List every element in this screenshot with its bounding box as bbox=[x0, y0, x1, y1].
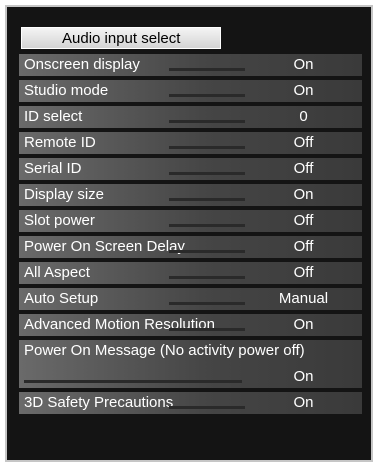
menu-item-auto-setup[interactable]: Auto Setup Manual bbox=[19, 288, 362, 310]
menu-item-value: Manual bbox=[278, 290, 329, 307]
menu-item-onscreen-display[interactable]: Onscreen display On bbox=[19, 54, 362, 76]
row-divider bbox=[169, 406, 245, 409]
menu-item-label: Auto Setup bbox=[24, 290, 99, 307]
menu-item-value: Off bbox=[293, 134, 314, 151]
menu-item-label: All Aspect bbox=[24, 264, 90, 281]
row-divider bbox=[169, 328, 245, 331]
row-divider bbox=[169, 94, 245, 97]
menu-item-value: On bbox=[293, 394, 314, 411]
menu-item-display-size[interactable]: Display size On bbox=[19, 184, 362, 206]
menu-item-value: On bbox=[293, 368, 314, 385]
menu-item-value: Off bbox=[293, 160, 314, 177]
menu-item-remote-id[interactable]: Remote ID Off bbox=[19, 132, 362, 154]
menu-item-value: Off bbox=[293, 264, 314, 281]
menu-item-label: Onscreen display bbox=[24, 56, 140, 73]
row-divider bbox=[169, 68, 245, 71]
menu-item-value: On bbox=[293, 56, 314, 73]
audio-input-select-tab[interactable]: Audio input select bbox=[21, 27, 221, 49]
menu-item-label: Slot power bbox=[24, 212, 95, 229]
menu-item-label: 3D Safety Precautions bbox=[24, 394, 174, 411]
menu-item-label: Display size bbox=[24, 186, 105, 203]
menu-item-power-on-message[interactable]: Power On Message (No activity power off)… bbox=[19, 340, 362, 388]
row-divider bbox=[169, 276, 245, 279]
menu-item-value: On bbox=[293, 186, 314, 203]
menu-item-id-select[interactable]: ID select 0 bbox=[19, 106, 362, 128]
menu-item-label: ID select bbox=[24, 108, 83, 125]
menu-item-label: Serial ID bbox=[24, 160, 82, 177]
menu-item-value: On bbox=[293, 82, 314, 99]
menu-item-power-on-screen-delay[interactable]: Power On Screen Delay Off bbox=[19, 236, 362, 258]
row-divider bbox=[169, 250, 245, 253]
row-divider bbox=[169, 224, 245, 227]
row-divider bbox=[169, 146, 245, 149]
menu-item-value: Off bbox=[293, 238, 314, 255]
row-divider bbox=[169, 120, 245, 123]
menu-item-value: 0 bbox=[299, 108, 308, 125]
menu-item-studio-mode[interactable]: Studio mode On bbox=[19, 80, 362, 102]
menu-item-label: Power On Message (No activity power off) bbox=[24, 342, 305, 359]
menu-item-value: Off bbox=[293, 212, 314, 229]
menu-item-slot-power[interactable]: Slot power Off bbox=[19, 210, 362, 232]
menu-item-serial-id[interactable]: Serial ID Off bbox=[19, 158, 362, 180]
row-divider bbox=[169, 198, 245, 201]
menu-item-3d-safety-precautions[interactable]: 3D Safety Precautions On bbox=[19, 392, 362, 414]
menu-item-label: Advanced Motion Resolution bbox=[24, 316, 215, 333]
settings-list: Onscreen display On Studio mode On ID se… bbox=[19, 54, 362, 418]
menu-item-advanced-motion-resolution[interactable]: Advanced Motion Resolution On bbox=[19, 314, 362, 336]
menu-item-label: Power On Screen Delay bbox=[24, 238, 185, 255]
row-divider bbox=[169, 302, 245, 305]
menu-item-label: Remote ID bbox=[24, 134, 96, 151]
menu-item-label: Studio mode bbox=[24, 82, 109, 99]
menu-item-value: On bbox=[293, 316, 314, 333]
row-divider bbox=[24, 380, 242, 383]
row-divider bbox=[169, 172, 245, 175]
menu-item-all-aspect[interactable]: All Aspect Off bbox=[19, 262, 362, 284]
